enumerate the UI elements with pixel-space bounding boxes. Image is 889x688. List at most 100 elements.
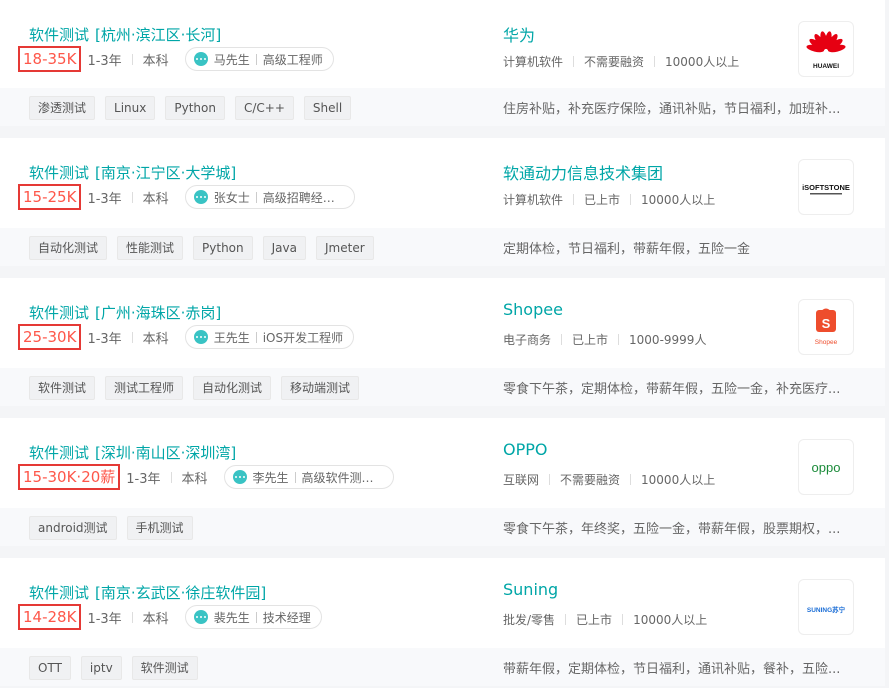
divider <box>170 471 172 483</box>
divider <box>131 191 133 203</box>
logo-text: SUNING苏宁 <box>807 605 846 614</box>
skill-tag: Jmeter <box>316 236 374 260</box>
skill-tag: C/C++ <box>234 96 294 120</box>
skill-tag: 测试工程师 <box>105 376 184 400</box>
recruiter-chat-button[interactable]: 裴先生 技术经理 <box>184 605 322 629</box>
job-meta-row: 15-25K 1-3年 本科 张女士 高级招聘经理... <box>18 184 355 210</box>
company-logo[interactable]: HUAWEI <box>798 21 854 77</box>
job-card-footer: 自动化测试 性能测试 Python Java Jmeter 定期体检，节日福利，带薪年假… <box>0 228 885 266</box>
salary: 14-28K <box>18 604 82 630</box>
benefits: 住房补贴，补充医疗保险，通讯补贴，节日福利，加班补... <box>503 102 841 117</box>
job-card[interactable]: 软件测试 [广州·海珠区·赤岗] 25-30K 1-3年 本科 王先生 iOS开发… <box>0 278 885 406</box>
divider <box>573 56 575 67</box>
recruiter-title: 高级工程师 <box>262 52 323 67</box>
job-title-link[interactable]: 软件测试 [广州·海珠区·赤岗] <box>29 302 221 323</box>
experience: 1-3年 <box>87 53 122 69</box>
job-title-link[interactable]: 软件测试 [杭州·滨江区·长河] <box>29 24 221 45</box>
recruiter-name: 马先生 <box>213 52 250 67</box>
divider <box>255 53 257 65</box>
job-title-link[interactable]: 软件测试 [深圳·南山区·深圳湾] <box>29 442 236 463</box>
recruiter-chat-button[interactable]: 张女士 高级招聘经理... <box>184 185 355 209</box>
benefits: 定期体检，节日福利，带薪年假，五险一金 <box>503 242 751 257</box>
job-location: [广州·海珠区·赤岗] <box>95 304 222 322</box>
job-meta-row: 25-30K 1-3年 本科 王先生 iOS开发工程师 <box>18 324 355 350</box>
job-title-link[interactable]: 软件测试 [南京·江宁区·大学城] <box>29 162 236 183</box>
skill-tags: 渗透测试 Linux Python C/C++ Shell <box>29 96 361 120</box>
skill-tag: Linux <box>105 96 156 120</box>
experience: 1-3年 <box>87 611 122 627</box>
company-name-link[interactable]: 华为 <box>503 22 535 46</box>
divider <box>573 194 575 205</box>
experience: 1-3年 <box>87 191 122 207</box>
skill-tag: 软件测试 <box>29 376 96 400</box>
logo-graphic: oppo <box>812 460 841 475</box>
recruiter-name: 张女士 <box>213 190 250 205</box>
logo-graphic: SUNING苏宁 <box>807 605 846 614</box>
skill-tag: 渗透测试 <box>29 96 96 120</box>
company-info: 批发/零售 已上市 10000人以上 <box>503 611 707 628</box>
skill-tag: 软件测试 <box>131 656 198 680</box>
job-card-footer: OTT iptv 软件测试 带薪年假，定期体检，节日福利，通讯补贴，餐补，五险... <box>0 648 885 686</box>
education: 本科 <box>142 611 169 627</box>
company-industry: 电子商务 <box>503 333 552 347</box>
job-title: 软件测试 <box>29 26 90 44</box>
recruiter-chat-button[interactable]: 李先生 高级软件测试... <box>223 465 394 489</box>
job-card-footer: 软件测试 测试工程师 自动化测试 移动端测试 零食下午茶，定期体检，带薪年假，五险一金… <box>0 368 885 406</box>
company-info: 计算机软件 已上市 10000人以上 <box>503 191 715 208</box>
company-stage: 不需要融资 <box>584 55 645 69</box>
recruiter-name: 王先生 <box>213 330 250 345</box>
salary: 25-30K <box>18 324 82 350</box>
job-card-footer: 渗透测试 Linux Python C/C++ Shell 住房补贴，补充医疗保险，通讯… <box>0 88 885 126</box>
logo-text: Shopee <box>815 339 838 346</box>
education: 本科 <box>142 53 169 69</box>
company-logo[interactable]: oppo <box>798 439 854 495</box>
logo-graphic: S Shopee <box>815 308 838 346</box>
job-card[interactable]: 软件测试 [南京·江宁区·大学城] 15-25K 1-3年 本科 张女士 高级招聘… <box>0 138 885 266</box>
job-title-link[interactable]: 软件测试 [南京·玄武区·徐庄软件园] <box>29 582 266 603</box>
job-title: 软件测试 <box>29 164 90 182</box>
logo-graphic: HUAWEI <box>806 31 846 70</box>
company-name-link[interactable]: Suning <box>503 580 558 599</box>
job-card[interactable]: 软件测试 [杭州·滨江区·长河] 18-35K 1-3年 本科 马先生 高级工程师… <box>0 0 885 126</box>
company-size: 10000人以上 <box>633 613 708 627</box>
chat-bubble-icon <box>193 190 208 204</box>
benefits: 零食下午茶，年终奖，五险一金，带薪年假，股票期权，... <box>503 522 841 537</box>
divider <box>630 474 632 485</box>
job-card[interactable]: 软件测试 [深圳·南山区·深圳湾] 15-30K·20薪 1-3年 本科 李先生 … <box>0 418 885 546</box>
divider <box>549 474 551 485</box>
skill-tag: android测试 <box>29 516 117 540</box>
divider <box>131 53 133 65</box>
company-logo[interactable]: SUNING苏宁 <box>798 579 854 635</box>
company-logo[interactable]: iSOFTSTONE <box>798 159 854 215</box>
company-logo[interactable]: S Shopee <box>798 299 854 355</box>
company-stage: 已上市 <box>576 613 613 627</box>
company-stage: 已上市 <box>584 193 621 207</box>
job-card-top: 软件测试 [南京·江宁区·大学城] 15-25K 1-3年 本科 张女士 高级招聘… <box>0 138 885 228</box>
skill-tag: 性能测试 <box>117 236 184 260</box>
company-name-link[interactable]: 软通动力信息技术集团 <box>503 160 663 184</box>
company-name-link[interactable]: OPPO <box>503 440 547 459</box>
company-size: 10000人以上 <box>641 193 716 207</box>
company-industry: 计算机软件 <box>503 55 564 69</box>
company-size: 10000人以上 <box>665 55 740 69</box>
company-name-link[interactable]: Shopee <box>503 300 563 319</box>
job-card-footer: android测试 手机测试 零食下午茶，年终奖，五险一金，带薪年假，股票期权，.… <box>0 508 885 546</box>
recruiter-chat-button[interactable]: 王先生 iOS开发工程师 <box>184 325 355 349</box>
logo-graphic: iSOFTSTONE <box>802 183 850 195</box>
skill-tag: 手机测试 <box>126 516 193 540</box>
divider <box>255 191 257 203</box>
job-location: [杭州·滨江区·长河] <box>95 26 222 44</box>
recruiter-title: iOS开发工程师 <box>262 330 344 345</box>
job-location: [南京·玄武区·徐庄软件园] <box>95 584 267 602</box>
company-info: 电子商务 已上市 1000-9999人 <box>503 331 706 348</box>
chat-bubble-icon <box>193 610 208 624</box>
skill-tags: android测试 手机测试 <box>29 516 203 540</box>
skill-tag: OTT <box>29 656 71 680</box>
job-card-top: 软件测试 [深圳·南山区·深圳湾] 15-30K·20薪 1-3年 本科 李先生 … <box>0 418 885 508</box>
recruiter-chat-button[interactable]: 马先生 高级工程师 <box>184 47 334 71</box>
company-stage: 不需要融资 <box>560 473 621 487</box>
logo-text: oppo <box>812 460 841 475</box>
job-meta-row: 18-35K 1-3年 本科 马先生 高级工程师 <box>18 46 334 72</box>
company-size: 10000人以上 <box>641 473 716 487</box>
job-card[interactable]: 软件测试 [南京·玄武区·徐庄软件园] 14-28K 1-3年 本科 裴先生 技术… <box>0 558 885 686</box>
